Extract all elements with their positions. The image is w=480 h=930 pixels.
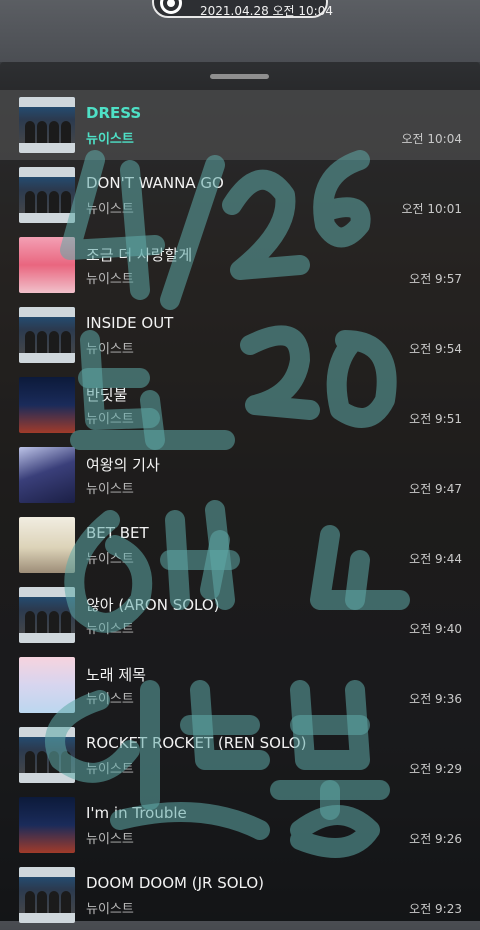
status-datetime: 2021.04.28 오전 10:04 [200,4,333,18]
song-row[interactable]: 조금 더 사랑할게뉴이스트 오전 9:57 [0,230,480,300]
song-time: 오전 9:29 [409,762,462,776]
song-title: ROCKET ROCKET (REN SOLO) [86,734,307,752]
album-art [19,237,75,293]
status-bar: 2021.04.28 오전 10:04 [0,0,480,62]
song-time: 오전 9:57 [409,272,462,286]
song-artist: 뉴이스트 [86,692,134,707]
album-art [19,167,75,223]
album-art [19,447,75,503]
song-artist: 뉴이스트 [86,342,134,357]
song-row[interactable]: BET BET 뉴이스트 오전 9:44 [0,510,480,580]
song-row[interactable]: 않아 (ARON SOLO) 뉴이스트 오전 9:40 [0,580,480,650]
song-artist: 뉴이스트 [86,412,134,427]
song-time: 오전 10:04 [401,132,462,146]
song-time: 오전 9:51 [409,412,462,426]
song-row[interactable]: 여왕의 기사뉴이스트 오전 9:47 [0,440,480,510]
song-title: I'm in Trouble [86,804,187,822]
song-artist: 뉴이스트 [86,272,134,287]
album-art [19,867,75,923]
album-art [19,797,75,853]
album-art [19,657,75,713]
song-time: 오전 9:40 [409,622,462,636]
song-title: INSIDE OUT [86,314,174,332]
song-title: 반딧불 [86,386,128,404]
record-icon [160,0,182,14]
song-title: DOOM DOOM (JR SOLO) [86,874,265,892]
song-row[interactable]: DRESS 뉴이스트 오전 10:04 [0,90,480,160]
song-time: 오전 9:26 [409,832,462,846]
song-artist: 뉴이스트 [86,762,134,777]
song-row[interactable]: 노래 제목뉴이스트 오전 9:36 [0,650,480,720]
song-time: 오전 10:01 [401,202,462,216]
album-art [19,727,75,783]
song-artist: 뉴이스트 [86,902,134,917]
song-title: DRESS [86,104,142,122]
song-time: 오전 9:47 [409,482,462,496]
album-art [19,587,75,643]
song-row[interactable]: I'm in Trouble 뉴이스트 오전 9:26 [0,790,480,860]
song-time: 오전 9:23 [409,902,462,916]
song-title: 노래 제목 [86,666,146,684]
song-artist: 뉴이스트 [86,202,134,217]
song-row[interactable]: DON'T WANNA GO 뉴이스트 오전 10:01 [0,160,480,230]
album-art [19,97,75,153]
song-artist: 뉴이스트 [86,832,134,847]
song-artist: 뉴이스트 [86,622,134,637]
song-artist: 뉴이스트 [86,482,134,497]
song-time: 오전 9:44 [409,552,462,566]
song-title: BET BET [86,524,149,542]
song-row[interactable]: INSIDE OUT 뉴이스트 오전 9:54 [0,300,480,370]
song-artist: 뉴이스트 [86,552,134,567]
song-row[interactable]: ROCKET ROCKET (REN SOLO) 뉴이스트 오전 9:29 [0,720,480,790]
song-row[interactable]: 반딧불뉴이스트 오전 9:51 [0,370,480,440]
song-title: 조금 더 사랑할게 [86,246,193,264]
song-title: 여왕의 기사 [86,456,160,474]
song-title: DON'T WANNA GO [86,174,224,192]
drag-handle[interactable] [210,74,269,79]
song-row[interactable]: DOOM DOOM (JR SOLO) 뉴이스트 오전 9:23 [0,860,480,930]
album-art [19,307,75,363]
song-history-list: DRESS 뉴이스트 오전 10:04 DON'T WANNA GO 뉴이스트 오전 10… [0,90,480,930]
now-playing-pill[interactable]: 2021.04.28 오전 10:04 [152,0,333,18]
song-time: 오전 9:36 [409,692,462,706]
song-title: 않아 (ARON SOLO) [86,596,220,614]
album-art [19,517,75,573]
history-sheet: DRESS 뉴이스트 오전 10:04 DON'T WANNA GO 뉴이스트 오전 10… [0,62,480,923]
album-art [19,377,75,433]
song-time: 오전 9:54 [409,342,462,356]
song-artist: 뉴이스트 [86,132,134,147]
